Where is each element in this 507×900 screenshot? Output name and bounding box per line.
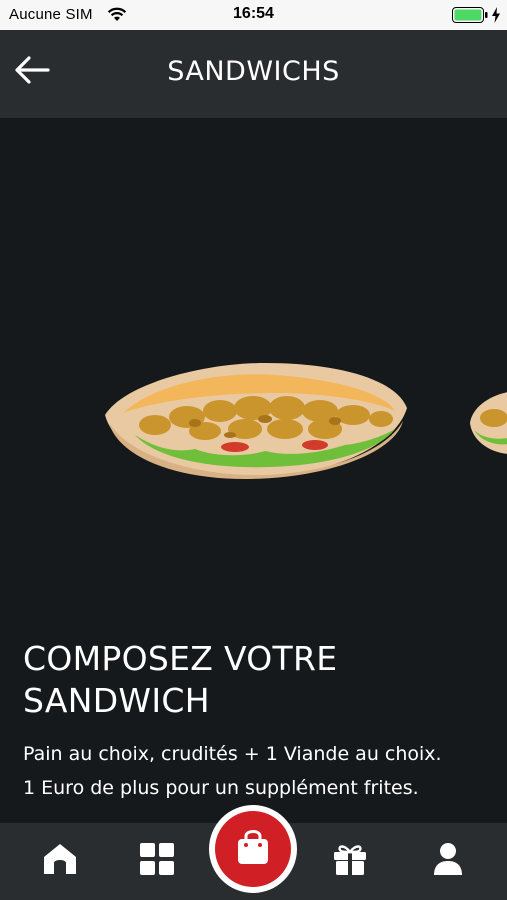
product-description: Pain au choix, crudités + 1 Viande au ch… xyxy=(23,737,503,805)
gift-icon xyxy=(332,842,368,880)
clock: 16:54 xyxy=(233,5,274,22)
cart-button-inner xyxy=(215,811,291,887)
tab-categories[interactable] xyxy=(133,841,181,881)
app-header: SANDWICHS xyxy=(0,30,507,118)
product-title: COMPOSEZ VOTRE SANDWICH xyxy=(23,639,338,720)
shopping-bag-icon xyxy=(235,828,271,870)
categories-icon xyxy=(139,842,175,880)
status-bar: Aucune SIM 16:54 xyxy=(0,0,507,30)
charging-bolt-icon xyxy=(491,7,501,28)
description-line-2: 1 Euro de plus pour un supplément frites… xyxy=(23,777,419,799)
product-image-carousel[interactable] xyxy=(0,118,507,618)
user-icon xyxy=(430,842,466,880)
tab-gifts[interactable] xyxy=(326,841,374,881)
tab-home[interactable] xyxy=(36,841,84,881)
page-title: SANDWICHS xyxy=(167,56,340,87)
sandwich-image xyxy=(95,353,415,487)
battery-icon xyxy=(452,7,488,28)
home-icon xyxy=(42,842,78,880)
next-sandwich-image xyxy=(468,388,507,462)
description-line-1: Pain au choix, crudités + 1 Viande au ch… xyxy=(23,743,442,765)
tab-profile[interactable] xyxy=(424,841,472,881)
cart-button[interactable] xyxy=(209,805,297,893)
product-detail: COMPOSEZ VOTRE SANDWICH Pain au choix, c… xyxy=(0,118,507,823)
